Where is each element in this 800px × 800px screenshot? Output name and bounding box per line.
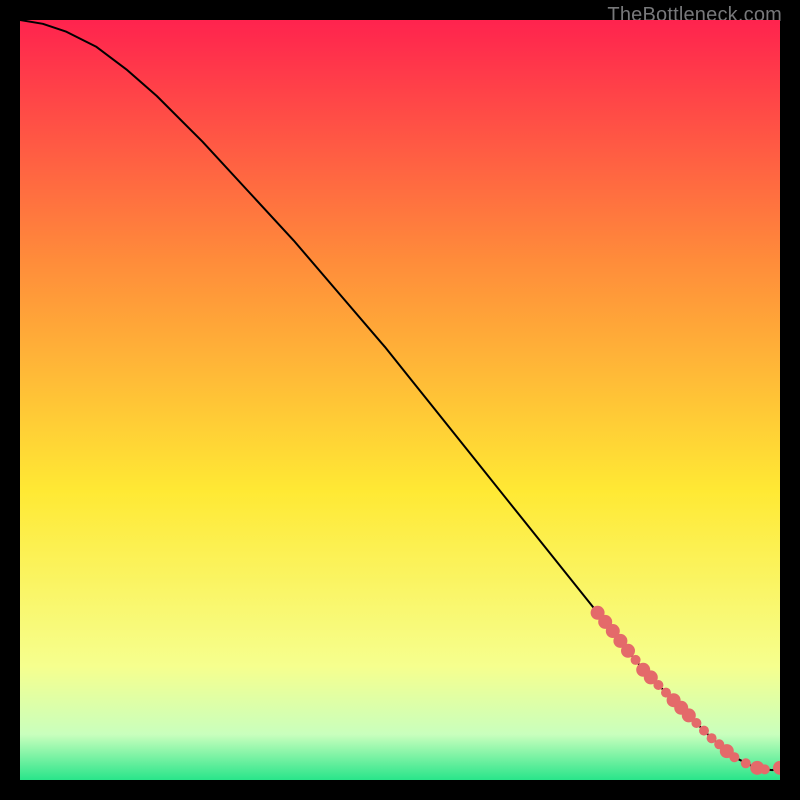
highlight-dot [631,655,641,665]
chart-page: TheBottleneck.com [0,0,800,800]
highlight-dot [699,726,709,736]
gradient-background [20,20,780,780]
highlight-dot [691,718,701,728]
highlight-dot [760,764,770,774]
highlight-dot [729,752,739,762]
highlight-dot [741,758,751,768]
chart-svg [20,20,780,780]
highlight-dot [621,644,635,658]
plot-area [20,20,780,780]
highlight-dot [653,680,663,690]
